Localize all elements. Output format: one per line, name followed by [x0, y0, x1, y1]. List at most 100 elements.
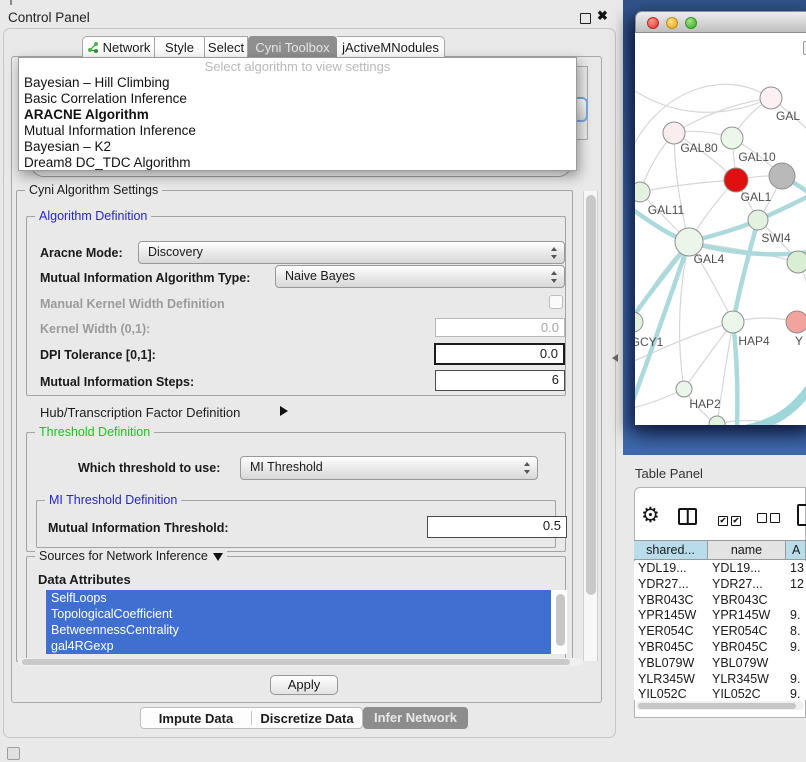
mi-steps-field[interactable]: 6: [435, 370, 565, 391]
splitter-collapse-arrow-icon[interactable]: [612, 354, 618, 362]
table-row[interactable]: YDL19... YDL19... 13: [634, 561, 806, 577]
dropdown-item[interactable]: Dream8 DC_TDC Algorithm: [19, 155, 576, 171]
hide-columns-icon[interactable]: [757, 511, 783, 526]
column-layout-icon[interactable]: [678, 508, 697, 525]
table-row[interactable]: YBR045C YBR045C 9.: [634, 640, 806, 656]
network-node[interactable]: [786, 311, 806, 333]
stepper-arrows-icon: [551, 247, 558, 259]
network-canvas[interactable]: GALGAL80GAL10GAL1GAL11SWI4GAL4GCY1HAP4YH…: [635, 33, 806, 425]
network-node[interactable]: [635, 312, 643, 332]
mi-threshold-field[interactable]: 0.5: [427, 516, 567, 538]
network-node[interactable]: [676, 381, 692, 397]
gear-icon[interactable]: ⚙: [641, 503, 660, 528]
network-edge[interactable]: [747, 389, 806, 425]
data-attributes-list[interactable]: SelfLoopsTopologicalCoefficientBetweenne…: [46, 590, 567, 654]
tab-impute-data[interactable]: Impute Data: [141, 708, 251, 728]
mi-algorithm-type-combobox[interactable]: Naive Bayes: [275, 265, 565, 288]
expand-arrow-icon[interactable]: [280, 406, 288, 416]
collapse-arrow-icon[interactable]: [213, 553, 223, 561]
aracne-mode-combobox[interactable]: Discovery: [138, 241, 565, 264]
table-row[interactable]: YIL052C YIL052C 9.: [634, 687, 806, 700]
dropdown-item[interactable]: Mutual Information Inference: [19, 123, 576, 139]
tab-infer-network[interactable]: Infer Network: [363, 707, 468, 729]
table-body[interactable]: YDL19... YDL19... 13 YDR27... YDR27... 1…: [634, 561, 806, 700]
float-window-icon[interactable]: [580, 13, 591, 24]
table-horizontal-scrollbar[interactable]: [636, 701, 804, 710]
network-node-label: Y: [795, 334, 803, 348]
cell-shared-name: YIL052C: [634, 687, 708, 700]
network-node[interactable]: [709, 416, 725, 425]
attribute-list-item[interactable]: BetweennessCentrality: [46, 622, 551, 638]
column-header-shared-name[interactable]: shared...: [634, 541, 708, 559]
cell-value: 13: [786, 561, 806, 577]
attribute-label: gal4RGexp: [51, 639, 114, 653]
close-traffic-light[interactable]: [647, 17, 659, 29]
cell-value: 9.: [786, 672, 806, 688]
table-row[interactable]: YBR043C YBR043C: [634, 593, 806, 609]
network-node[interactable]: [787, 251, 806, 273]
table-row[interactable]: YBL079W YBL079W: [634, 656, 806, 672]
network-edge[interactable]: [684, 322, 733, 389]
settings-horizontal-scrollbar[interactable]: [18, 658, 583, 666]
dpi-tolerance-field[interactable]: 0.0: [434, 343, 565, 365]
table-row[interactable]: YDR27... YDR27... 12: [634, 577, 806, 593]
minimize-traffic-light[interactable]: [666, 17, 678, 29]
zoom-traffic-light[interactable]: [685, 17, 697, 29]
settings-hscrollbar-thumb[interactable]: [22, 659, 570, 665]
algorithm-definition-title: Algorithm Definition: [35, 209, 151, 223]
network-node-label: GAL4: [694, 252, 725, 266]
network-edge[interactable]: [733, 220, 758, 322]
manual-kernel-width-label: Manual Kernel Width Definition: [40, 297, 225, 311]
tab-select[interactable]: Select: [205, 36, 248, 57]
network-view-window[interactable]: GALGAL80GAL10GAL1GAL11SWI4GAL4GCY1HAP4YH…: [635, 11, 806, 425]
dropdown-item[interactable]: Basic Correlation Inference: [19, 91, 576, 107]
network-node[interactable]: [760, 87, 782, 109]
dropdown-item[interactable]: Bayesian – Hill Climbing: [19, 75, 576, 91]
network-edge[interactable]: [635, 88, 771, 112]
network-edge[interactable]: [733, 322, 737, 425]
cell-shared-name: YBR045C: [634, 640, 708, 656]
apply-button[interactable]: Apply: [270, 675, 338, 695]
dropdown-item[interactable]: Bayesian – K2: [19, 139, 576, 155]
network-node[interactable]: [748, 210, 768, 230]
network-node[interactable]: [769, 163, 795, 189]
network-node-label: GAL: [776, 109, 800, 123]
network-window-titlebar[interactable]: [635, 11, 806, 33]
kernel-width-field[interactable]: 0.0: [435, 318, 565, 337]
attribute-list-item[interactable]: TopologicalCoefficient: [46, 606, 551, 622]
attribute-list-item[interactable]: SelfLoops: [46, 590, 551, 606]
cell-name: YBR045C: [708, 640, 786, 656]
column-header-name[interactable]: name: [708, 541, 786, 559]
export-table-icon[interactable]: [797, 504, 806, 526]
network-node[interactable]: [635, 182, 650, 202]
network-node[interactable]: [722, 311, 744, 333]
attribute-list-item[interactable]: gal4RGexp: [46, 638, 551, 654]
tab-network[interactable]: Network: [82, 36, 155, 57]
table-row[interactable]: YER054C YER054C 8.: [634, 624, 806, 640]
settings-vertical-scrollbar[interactable]: [583, 191, 598, 661]
network-node[interactable]: [724, 168, 748, 192]
tab-discretize-data[interactable]: Discretize Data: [252, 708, 362, 728]
tab-jactivemnodules[interactable]: jActiveMNodules: [337, 36, 445, 57]
column-header-partial[interactable]: A: [786, 541, 806, 559]
network-node[interactable]: [721, 127, 743, 149]
which-threshold-combobox[interactable]: MI Threshold: [240, 456, 538, 480]
tab-cyni-toolbox[interactable]: Cyni Toolbox: [248, 36, 337, 57]
toolbar-remnant-divider: [10, 0, 12, 5]
manual-kernel-width-checkbox[interactable]: [549, 295, 563, 309]
attribute-list-scrollbar-thumb[interactable]: [556, 594, 565, 646]
sources-group-title: Sources for Network Inference: [35, 549, 227, 563]
network-canvas-container[interactable]: GALGAL80GAL10GAL1GAL11SWI4GAL4GCY1HAP4YH…: [635, 33, 806, 425]
cell-value: 9.: [786, 640, 806, 656]
table-row[interactable]: YPR145W YPR145W 9.: [634, 608, 806, 624]
show-checked-columns-icon[interactable]: ✔✔: [718, 511, 744, 526]
table-hscrollbar-thumb[interactable]: [638, 703, 796, 709]
close-icon[interactable]: ✖: [597, 8, 608, 24]
dropdown-item[interactable]: ARACNE Algorithm: [19, 107, 576, 123]
dropdown-item-label: Bayesian – K2: [24, 139, 111, 154]
network-edge[interactable]: [640, 180, 736, 192]
settings-scrollbar-thumb[interactable]: [586, 195, 596, 595]
tab-style[interactable]: Style: [155, 36, 205, 57]
table-row[interactable]: YLR345W YLR345W 9.: [634, 672, 806, 688]
minimized-panel-icon[interactable]: [7, 747, 20, 760]
